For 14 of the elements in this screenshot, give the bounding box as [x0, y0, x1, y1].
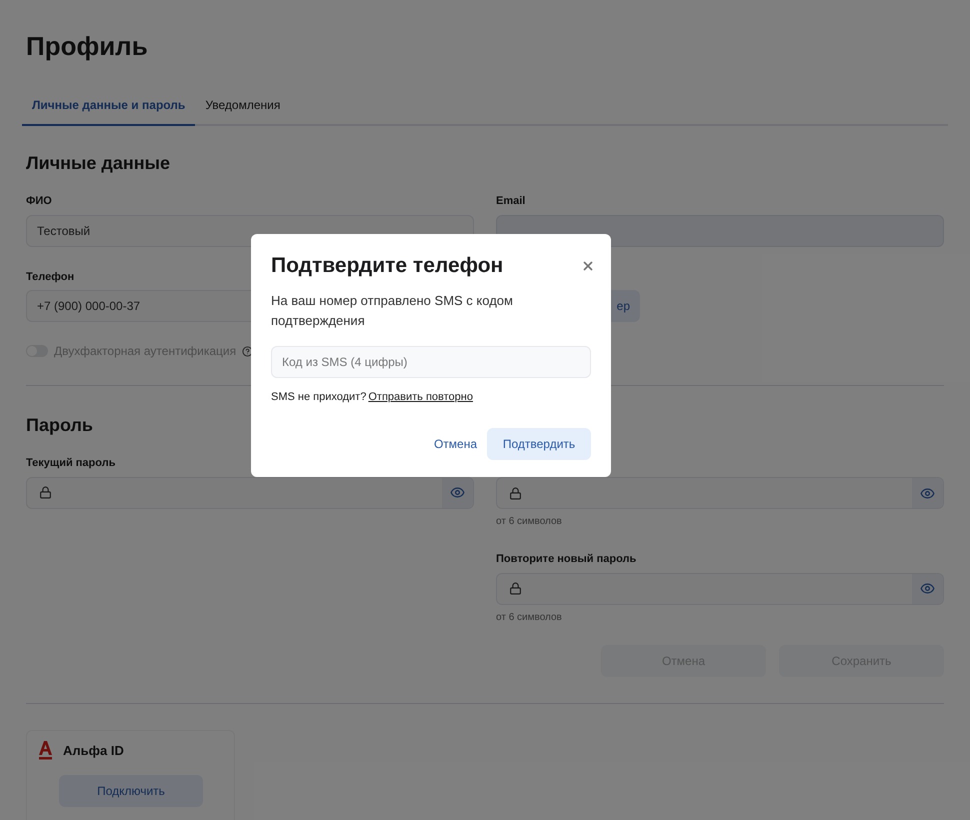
field-label: Повторите новый пароль — [496, 552, 638, 567]
dialog-title: Подтвердите телефон — [271, 253, 504, 279]
dialog-text: На ваш номер отправлено SMS с кодом подтверждения — [271, 292, 514, 330]
field-hint: от 6 символов — [496, 610, 563, 624]
alfa-id-title: Альфа ID — [63, 742, 124, 760]
field-hint: от 6 символов — [496, 515, 563, 529]
section-title: Пароль — [26, 414, 94, 437]
field-label: ФИО — [26, 194, 53, 209]
field-label: Телефон — [26, 270, 76, 284]
resend-prompt: SMS не приходит? — [271, 390, 366, 405]
field-label: Email — [496, 194, 526, 209]
page-title: Профиль — [26, 30, 149, 62]
field-label: Текущий пароль — [26, 456, 116, 471]
section-title: Личные данные — [26, 152, 171, 175]
